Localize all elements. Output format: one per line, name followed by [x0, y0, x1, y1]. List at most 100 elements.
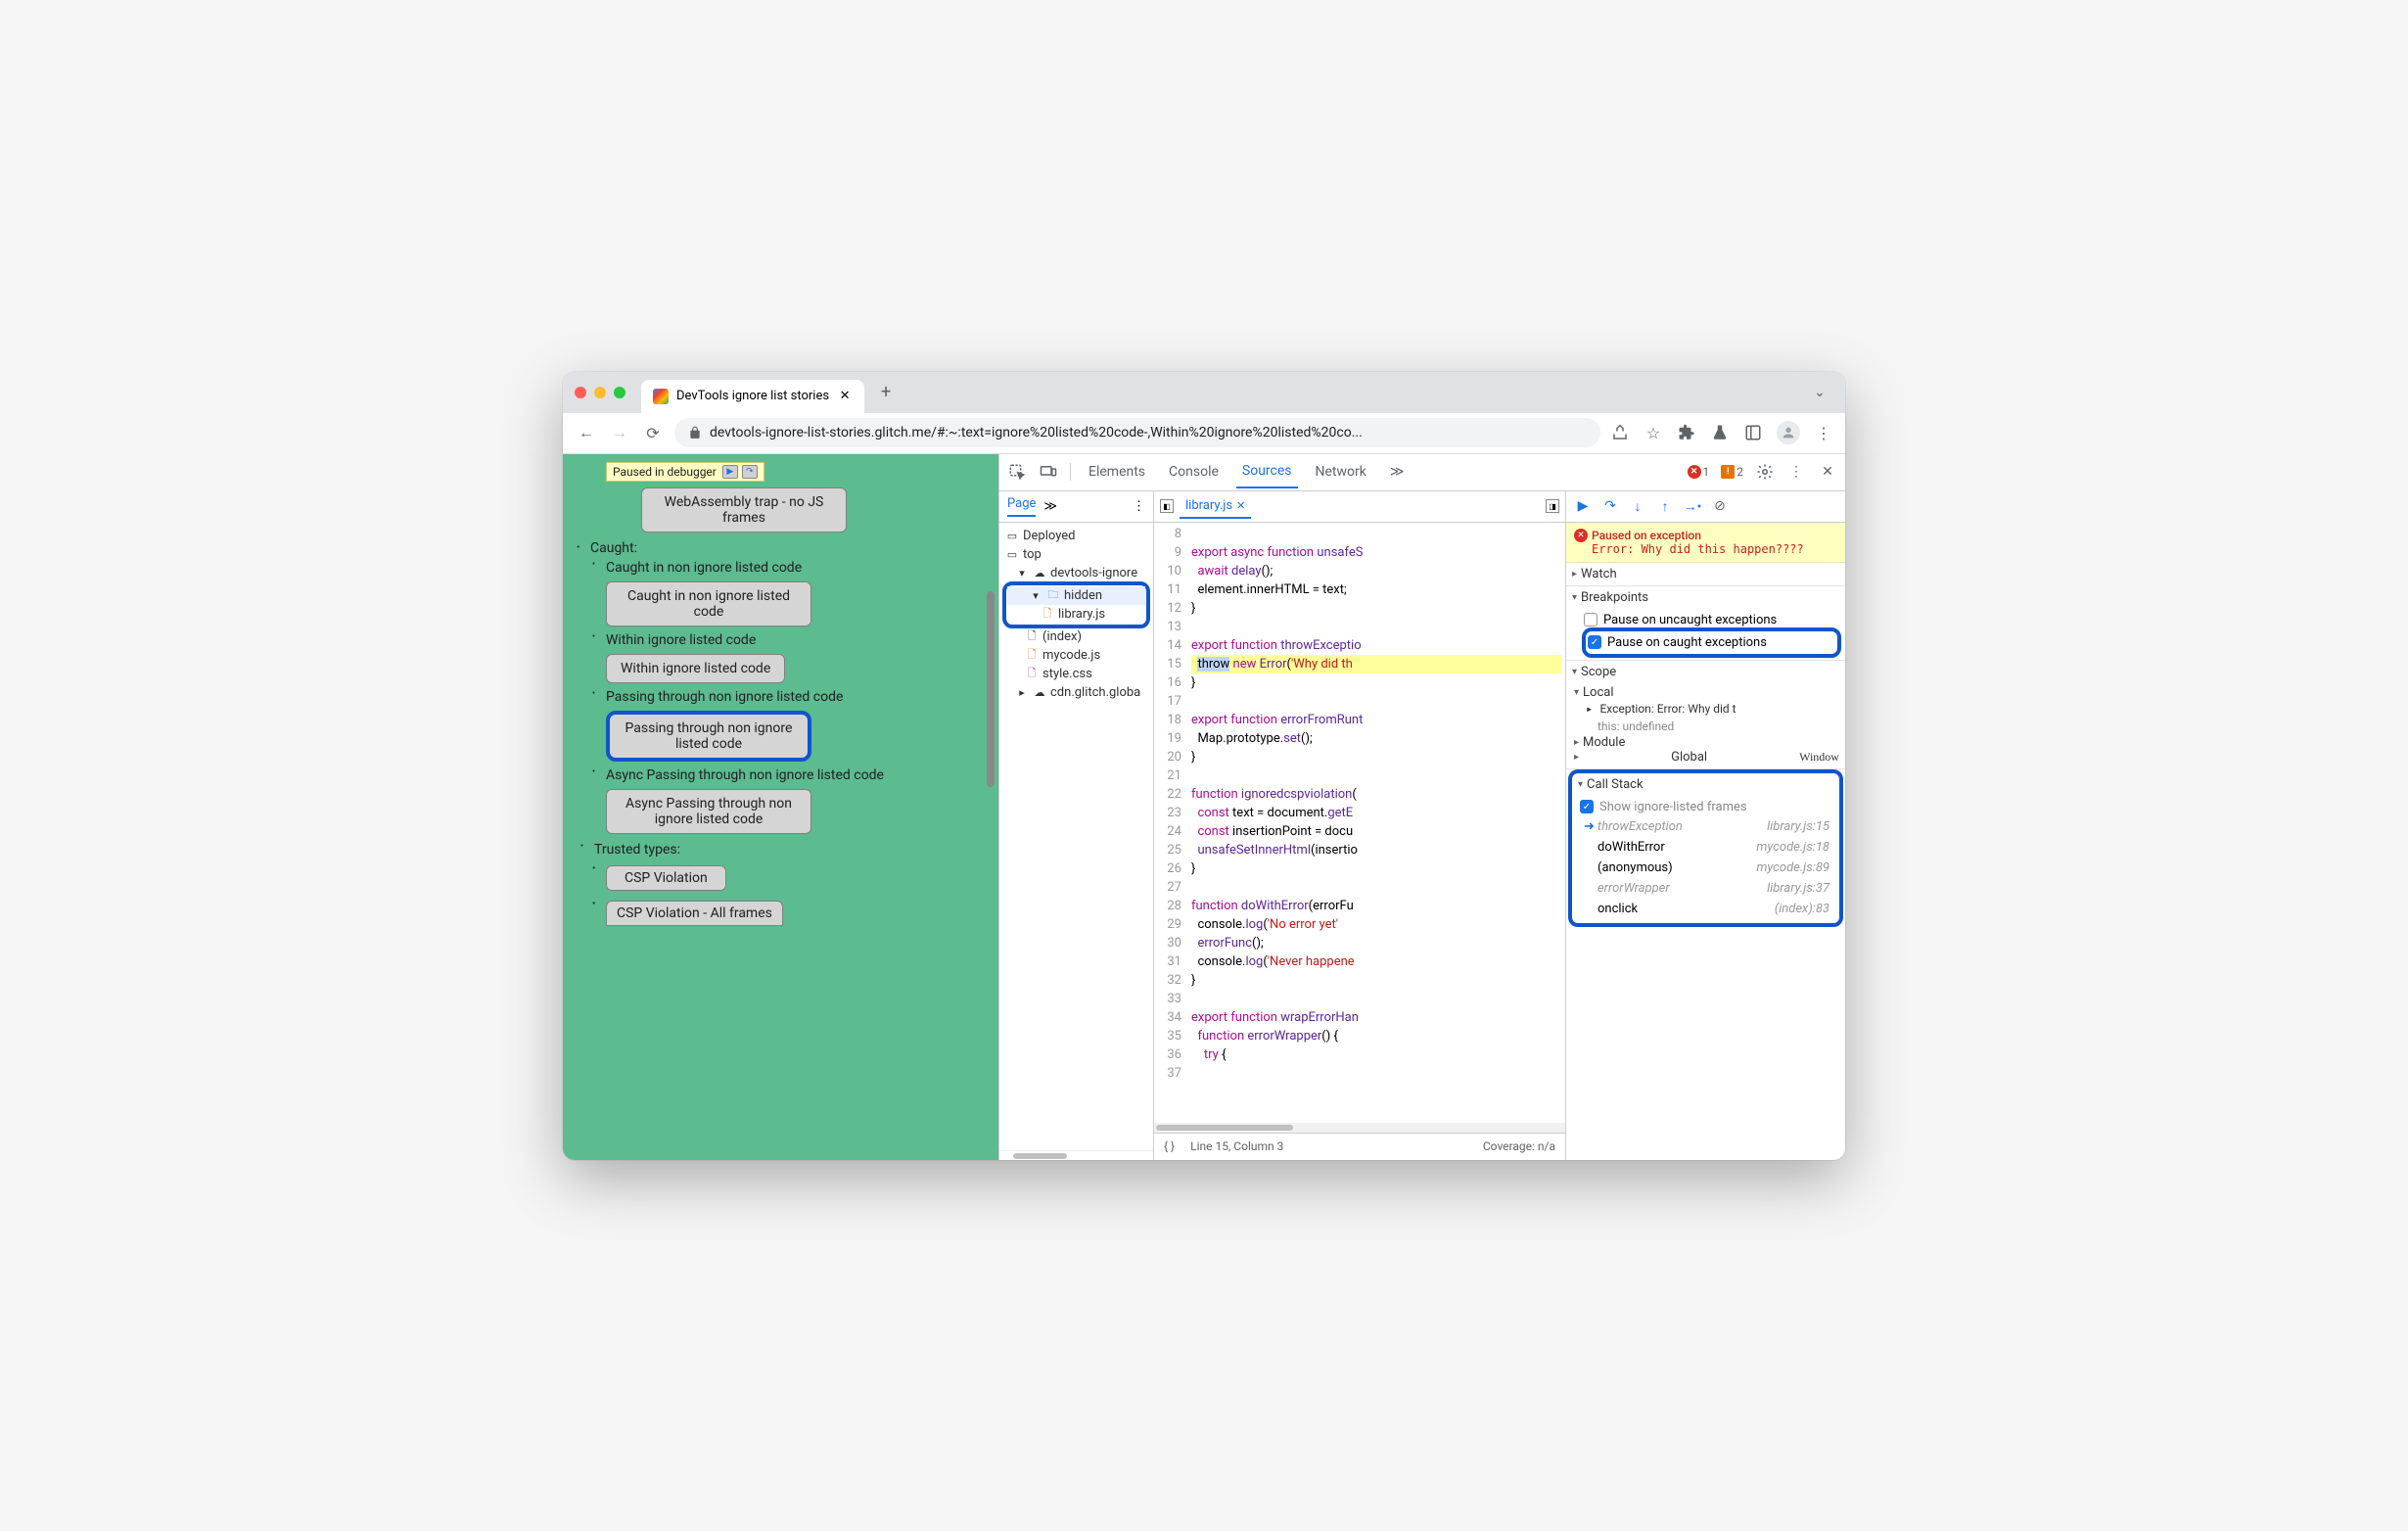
paused-message: ✕Paused on exception Error: Why did this…: [1566, 523, 1845, 563]
deactivate-breakpoints-button[interactable]: ⊘: [1711, 497, 1729, 515]
page-button[interactable]: CSP Violation - All frames: [606, 901, 783, 926]
forward-button[interactable]: →: [608, 421, 631, 444]
reload-button[interactable]: ⟳: [641, 421, 665, 444]
editor-sidebar-icon[interactable]: ◨: [1546, 499, 1559, 513]
scope-exception[interactable]: ▸ Exception: Error: Why did t: [1574, 700, 1839, 718]
resume-button[interactable]: ▶: [1574, 497, 1592, 515]
tree-file-style[interactable]: 🗋style.css: [1003, 665, 1149, 683]
reading-list-icon[interactable]: [1743, 423, 1763, 442]
close-window[interactable]: [575, 387, 586, 398]
step-icon[interactable]: ↷: [742, 465, 758, 479]
checkbox-checked[interactable]: ✓: [1588, 635, 1601, 649]
url-text: devtools-ignore-list-stories.glitch.me/#…: [710, 425, 1363, 441]
folder-icon: 🗀: [1046, 588, 1060, 602]
scope-section[interactable]: Scope: [1566, 661, 1845, 683]
page-button-highlighted[interactable]: Passing through non ignore listed code: [606, 711, 811, 762]
close-devtools-icon[interactable]: ✕: [1818, 462, 1837, 482]
step-out-button[interactable]: ↑: [1656, 497, 1674, 515]
page-button[interactable]: Caught in non ignore listed code: [606, 581, 811, 626]
tab-console[interactable]: Console: [1163, 456, 1225, 487]
highlighted-folder: ▾🗀hidden 🗋library.js: [1002, 581, 1150, 628]
frame-icon: ▭: [1005, 547, 1019, 561]
list-item: Trusted types:: [594, 842, 987, 858]
file-icon: 🗋: [1025, 629, 1039, 643]
tree-file-mycode[interactable]: 🗋mycode.js: [1003, 646, 1149, 665]
navigator-tab-page[interactable]: Page: [1007, 496, 1036, 517]
page-button[interactable]: CSP Violation: [606, 865, 726, 891]
warning-count[interactable]: !2: [1721, 465, 1743, 479]
profile-avatar[interactable]: [1777, 421, 1800, 444]
sidebar-toggle-icon[interactable]: ◧: [1160, 499, 1174, 513]
page-scrollbar[interactable]: [987, 591, 995, 787]
tree-folder-hidden[interactable]: ▾🗀hidden: [1007, 586, 1145, 605]
tree-origin-cdn[interactable]: ▸☁cdn.glitch.globa: [1003, 683, 1149, 702]
device-mode-icon[interactable]: [1039, 462, 1058, 482]
step-over-button[interactable]: ↷: [1601, 497, 1619, 515]
error-count[interactable]: ✕1: [1688, 465, 1710, 479]
navigator-panel: Page ≫ ⋮ ▭Deployed ▭top ▾☁devtools-ignor…: [999, 491, 1154, 1160]
call-frame[interactable]: throwExceptionlibrary.js:15: [1594, 816, 1833, 837]
share-icon[interactable]: [1610, 423, 1630, 442]
list-item: CSP Violation - All frames: [606, 897, 987, 930]
page-button[interactable]: Within ignore listed code: [606, 654, 785, 683]
address-bar: ← → ⟳ devtools-ignore-list-stories.glitc…: [563, 413, 1845, 454]
show-ignored-row[interactable]: ✓Show ignore-listed frames: [1580, 798, 1833, 816]
tree-file-index[interactable]: 🗋(index): [1003, 627, 1149, 646]
lock-icon: [688, 426, 702, 440]
call-frame[interactable]: (anonymous)mycode.js:89: [1594, 858, 1833, 878]
editor-h-scrollbar[interactable]: [1154, 1123, 1565, 1133]
inspect-icon[interactable]: [1007, 462, 1027, 482]
menu-icon[interactable]: ⋮: [1814, 423, 1833, 442]
step-button[interactable]: →•: [1684, 497, 1701, 515]
labs-icon[interactable]: [1710, 423, 1730, 442]
bookmark-icon[interactable]: ☆: [1644, 423, 1663, 442]
browser-tab[interactable]: DevTools ignore list stories ✕: [641, 380, 864, 413]
step-into-button[interactable]: ↓: [1629, 497, 1646, 515]
back-button[interactable]: ←: [575, 421, 598, 444]
bp-uncaught-row[interactable]: Pause on uncaught exceptions: [1584, 611, 1839, 629]
maximize-window[interactable]: [614, 387, 625, 398]
watch-section[interactable]: Watch: [1566, 563, 1845, 585]
list-item: CSP Violation: [606, 861, 987, 895]
tree-file-library[interactable]: 🗋library.js: [1007, 605, 1145, 624]
new-tab-button[interactable]: +: [872, 379, 900, 406]
page-button[interactable]: WebAssembly trap - no JS frames: [641, 487, 847, 533]
navigator-overflow-icon[interactable]: ≫: [1043, 499, 1057, 514]
scope-local[interactable]: Local: [1574, 685, 1839, 700]
tab-overflow-icon[interactable]: ⌄: [1806, 379, 1833, 406]
settings-icon[interactable]: [1755, 462, 1775, 482]
checkbox-checked[interactable]: ✓: [1580, 800, 1594, 813]
call-frame[interactable]: doWithErrormycode.js:18: [1594, 837, 1833, 858]
code-editor[interactable]: 8910111213141516171819202122232425262728…: [1154, 523, 1565, 1123]
tabs-overflow-icon[interactable]: ≫: [1384, 456, 1411, 487]
tree-deployed[interactable]: ▭Deployed: [1003, 527, 1149, 545]
resume-icon[interactable]: ▶: [722, 465, 738, 479]
call-frame[interactable]: onclick(index):83: [1594, 899, 1833, 919]
url-input[interactable]: devtools-ignore-list-stories.glitch.me/#…: [674, 418, 1600, 447]
navigator-scrollbar[interactable]: [999, 1150, 1153, 1160]
page-viewport: Paused in debugger ▶ ↷ WebAssembly trap …: [563, 454, 998, 1160]
format-icon[interactable]: { }: [1164, 1139, 1175, 1153]
tab-sources[interactable]: Sources: [1236, 455, 1298, 488]
checkbox-unchecked[interactable]: [1584, 613, 1598, 626]
more-icon[interactable]: ⋮: [1786, 462, 1806, 482]
tree-origin[interactable]: ▾☁devtools-ignore: [1003, 564, 1149, 582]
breakpoints-section[interactable]: Breakpoints: [1566, 586, 1845, 609]
callstack-section[interactable]: Call Stack: [1572, 773, 1839, 796]
bp-caught-row[interactable]: ✓Pause on caught exceptions: [1588, 633, 1835, 652]
close-file-icon[interactable]: ✕: [1236, 499, 1245, 512]
extensions-icon[interactable]: [1677, 423, 1696, 442]
list-item: Passing through non ignore listed code: [606, 689, 987, 705]
cursor-position: Line 15, Column 3: [1190, 1139, 1283, 1153]
editor-tab-library[interactable]: library.js ✕: [1180, 494, 1251, 519]
scope-global[interactable]: GlobalWindow: [1574, 750, 1839, 765]
tab-network[interactable]: Network: [1310, 456, 1372, 487]
close-tab-icon[interactable]: ✕: [837, 389, 853, 404]
call-frame[interactable]: errorWrapperlibrary.js:37: [1594, 878, 1833, 899]
navigator-more-icon[interactable]: ⋮: [1133, 499, 1145, 514]
scope-module[interactable]: Module: [1574, 735, 1839, 750]
tab-elements[interactable]: Elements: [1083, 456, 1151, 487]
minimize-window[interactable]: [594, 387, 606, 398]
page-button[interactable]: Async Passing through non ignore listed …: [606, 789, 811, 834]
tree-top[interactable]: ▭top: [1003, 545, 1149, 564]
